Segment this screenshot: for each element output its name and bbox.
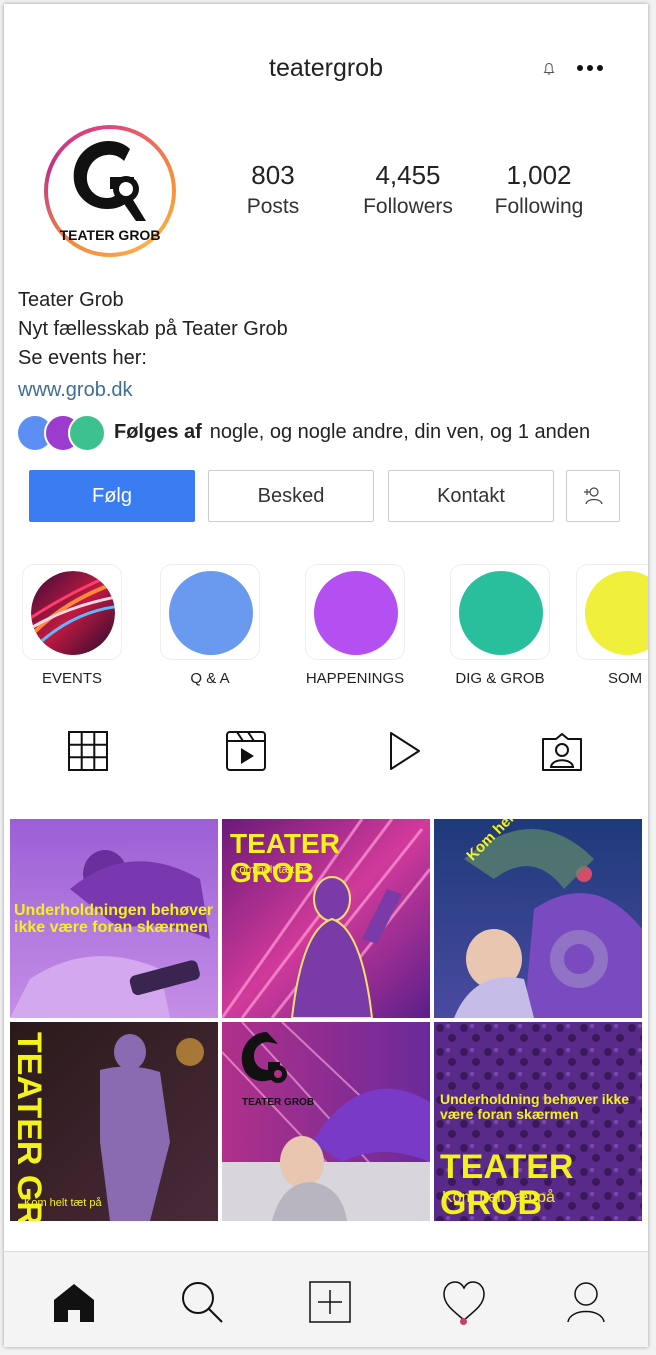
home-icon[interactable]	[50, 1278, 98, 1326]
post-4[interactable]: TEATER GROB Kom helt tæt på	[10, 1022, 218, 1221]
highlight-events[interactable]: EVENTS	[22, 564, 122, 687]
message-button[interactable]: Besked	[208, 470, 374, 522]
post-6-subtitle: Kom helt tæt på	[442, 1189, 555, 1206]
highlight-som-label: SOM	[608, 670, 643, 687]
bio-line-1: Nyt fællesskab på Teater Grob	[18, 318, 288, 340]
highlight-happenings[interactable]: HAPPENINGS	[305, 564, 405, 687]
contact-button[interactable]: Kontakt	[388, 470, 554, 522]
bio-website-link[interactable]: www.grob.dk	[18, 376, 288, 405]
post-2-title: TEATER GROB	[230, 828, 340, 889]
post-5-title: TEATER GROB	[242, 1097, 315, 1108]
bell-icon[interactable]	[542, 62, 556, 76]
stat-following-label: Following	[494, 195, 584, 218]
post-5-image	[222, 1022, 430, 1221]
suggested-accounts-button[interactable]	[566, 470, 620, 522]
stat-followers[interactable]: 4,455 Followers	[358, 160, 458, 219]
reels-icon[interactable]	[224, 729, 268, 773]
notification-dot	[460, 1318, 467, 1325]
post-5[interactable]: TEATER GROB	[222, 1022, 430, 1221]
highlight-qa-frame	[160, 564, 260, 660]
post-4-title: TEATER GROB	[10, 1032, 48, 1221]
stat-posts[interactable]: 803 Posts	[232, 160, 314, 219]
post-1-caption: Underholdningen behøver ikke være foran …	[14, 902, 214, 936]
stat-posts-count: 803	[251, 160, 295, 190]
grid-icon[interactable]	[66, 729, 110, 773]
highlight-qa[interactable]: Q & A	[160, 564, 260, 687]
post-2-subtitle: Kom helt tæt på	[232, 864, 310, 876]
play-icon[interactable]	[382, 729, 426, 773]
bio-line-2: Se events her:	[18, 347, 147, 369]
svg-text:TEATER GROB: TEATER GROB	[60, 227, 160, 243]
highlight-som-frame	[576, 564, 648, 660]
post-6-caption: Underholdning behøver ikke være foran sk…	[440, 1091, 630, 1122]
post-2[interactable]: TEATER GROB Kom helt tæt på	[222, 819, 430, 1018]
phone-screen: teatergrob TEATER GROB 803 Posts 4,455 F…	[4, 4, 648, 1347]
post-1[interactable]: Underholdningen behøver ikke være foran …	[10, 819, 218, 1018]
add-person-icon	[584, 487, 603, 505]
highlight-som-cover	[585, 571, 648, 655]
stat-following-count: 1,002	[506, 160, 572, 190]
highlight-happenings-cover	[314, 571, 398, 655]
highlight-dig-grob-label: DIG & GROB	[455, 670, 545, 687]
follow-button[interactable]: Følg	[29, 470, 195, 522]
highlight-events-cover	[31, 571, 115, 655]
highlight-happenings-label: HAPPENINGS	[305, 670, 405, 687]
follower-avatar-3	[68, 414, 106, 452]
highlight-happenings-frame	[305, 564, 405, 660]
more-options-icon[interactable]	[576, 60, 604, 76]
stat-following[interactable]: 1,002 Following	[488, 160, 590, 219]
bottom-navigation	[4, 1251, 648, 1347]
highlight-dig-grob-frame	[450, 564, 550, 660]
highlight-events-label: EVENTS	[41, 670, 102, 687]
highlight-qa-cover	[169, 571, 253, 655]
stat-followers-count: 4,455	[375, 160, 441, 190]
tagged-icon[interactable]	[540, 729, 584, 773]
post-6[interactable]: Underholdning behøver ikke være foran sk…	[434, 1022, 642, 1221]
followed-by[interactable]: Følges af nogle, og nogle andre, din ven,…	[16, 414, 636, 452]
highlight-events-frame	[22, 564, 122, 660]
add-post-icon[interactable]	[306, 1278, 354, 1326]
post-3[interactable]: Kom helt tæt på	[434, 819, 642, 1018]
teater-grob-logo: TEATER GROB	[60, 141, 160, 243]
search-icon[interactable]	[178, 1278, 226, 1326]
highlight-dig-grob[interactable]: DIG & GROB	[450, 564, 550, 687]
stat-followers-label: Followers	[363, 195, 453, 218]
post-4-subtitle: Kom helt tæt på	[24, 1197, 102, 1209]
profile-icon[interactable]	[562, 1278, 610, 1326]
highlight-som[interactable]: SOM	[576, 564, 648, 687]
highlight-dig-grob-cover	[459, 571, 543, 655]
profile-bio: Teater Grob Nyt fællesskab på Teater Gro…	[18, 286, 288, 405]
followed-by-names: nogle, og nogle andre, din ven, og 1 and…	[209, 421, 591, 443]
bio-name: Teater Grob	[18, 289, 124, 311]
followed-by-text: Følges af nogle, og nogle andre, din ven,…	[114, 421, 590, 444]
profile-header: teatergrob	[4, 4, 648, 134]
stat-posts-label: Posts	[246, 195, 300, 218]
highlight-qa-label: Q & A	[190, 670, 230, 687]
followed-by-prefix: Følges af	[114, 421, 202, 443]
post-6-title: TEATER GROB	[440, 1148, 574, 1221]
